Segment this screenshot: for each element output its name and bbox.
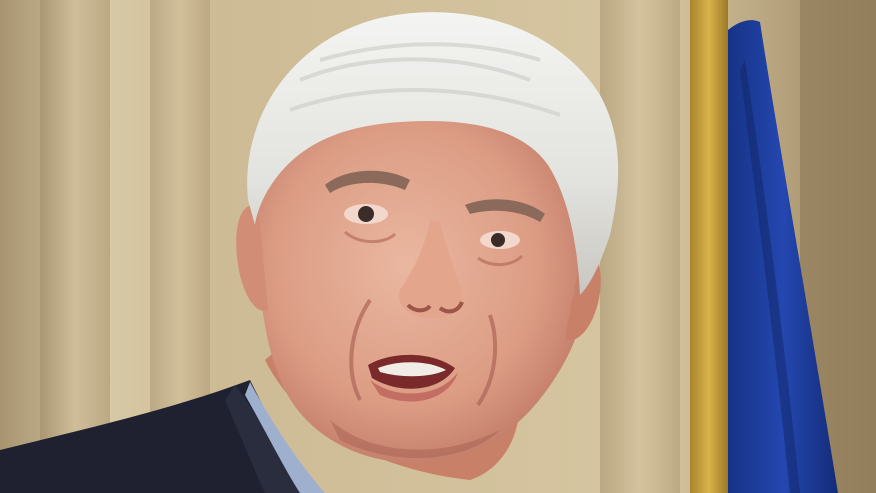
right-iris	[491, 233, 505, 247]
flag-pole-gold	[690, 0, 728, 493]
photo-frame	[0, 0, 876, 493]
background-pillar-left	[40, 0, 110, 493]
background-pillar-right	[600, 0, 680, 493]
portrait-photo	[0, 0, 876, 493]
left-iris	[358, 206, 374, 222]
